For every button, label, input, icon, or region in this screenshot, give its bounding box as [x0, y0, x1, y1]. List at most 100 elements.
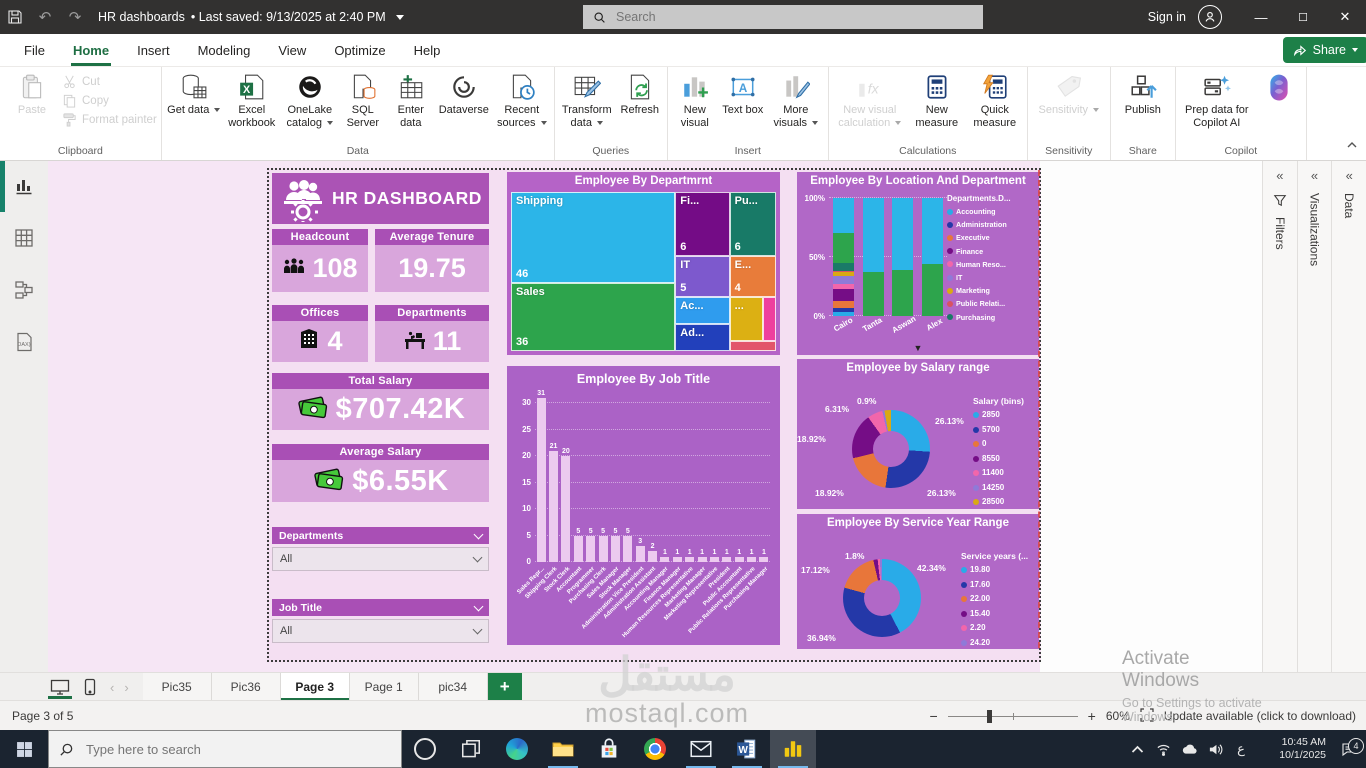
tray-chevron-icon[interactable] — [1124, 742, 1150, 757]
stacked-bar-cairo[interactable] — [833, 198, 855, 316]
format-painter-button[interactable]: Format painter — [62, 112, 157, 127]
close-button[interactable]: ✕ — [1324, 0, 1366, 34]
notification-center-button[interactable]: 4 — [1330, 738, 1366, 757]
stacked-bar-tanta[interactable] — [862, 198, 884, 316]
page-tab-pic34[interactable]: pic34 — [418, 673, 488, 701]
treemap-block[interactable] — [762, 296, 776, 342]
segment-sales[interactable] — [892, 269, 914, 316]
search-input[interactable] — [614, 9, 958, 25]
update-available-link[interactable]: Update available (click to download) — [1164, 709, 1356, 723]
bar[interactable] — [685, 556, 695, 562]
chevron-down-icon[interactable] — [473, 529, 484, 539]
fit-to-page-icon[interactable] — [1140, 707, 1154, 725]
page-tab-pic36[interactable]: Pic36 — [211, 673, 281, 701]
legend-item-8550[interactable]: 8550 — [973, 452, 1024, 467]
menu-item-insert[interactable]: Insert — [123, 34, 184, 66]
treemap-block-ad[interactable]: Ad... — [675, 323, 730, 351]
bar[interactable] — [759, 556, 769, 562]
bar[interactable] — [709, 556, 719, 562]
treemap-block-it[interactable]: IT 5 — [675, 255, 730, 297]
bar[interactable] — [734, 556, 744, 562]
cortana-button[interactable] — [402, 730, 448, 768]
legend-item-11400[interactable]: 11400 — [973, 466, 1024, 481]
legend-item-24-20[interactable]: 24.20 — [961, 636, 1028, 651]
bar[interactable] — [747, 556, 757, 562]
microsoft-store-button[interactable] — [586, 730, 632, 768]
page-tab-page-3[interactable]: Page 3 — [280, 673, 350, 701]
legend-item-accounting[interactable]: Accounting — [947, 205, 1037, 218]
paste-button[interactable]: Paste — [4, 68, 60, 117]
word-button[interactable]: W — [724, 730, 770, 768]
bar-chart-employee-by-job-title[interactable]: Employee By Job Title 0 5 10 15 20 25 30 31 21 20… — [507, 366, 780, 645]
departments-slicer[interactable]: Departments All — [272, 527, 489, 571]
new-visual-button[interactable]: New visual — [672, 68, 718, 129]
offices-card[interactable]: Offices 4 — [272, 305, 368, 362]
menu-item-optimize[interactable]: Optimize — [320, 34, 399, 66]
filters-pane[interactable]: « Filters — [1262, 160, 1297, 672]
legend-scroll-icon[interactable]: ▼ — [797, 343, 1039, 353]
stacked-bar-aswan[interactable] — [892, 198, 914, 316]
refresh-button[interactable]: Refresh — [617, 68, 663, 117]
treemap-block-[interactable]: ... — [729, 296, 763, 342]
share-button[interactable]: Share — [1282, 37, 1366, 63]
expand-pane-icon[interactable]: « — [1276, 160, 1283, 183]
donut-employee-by-salary-range[interactable]: Employee by Salary range 26.13% 26.13% 18.… — [797, 359, 1039, 509]
taskbar-search-input[interactable] — [84, 740, 348, 758]
average-salary-card[interactable]: Average Salary $6.55K — [272, 444, 489, 502]
departments-card[interactable]: Departments 11 — [375, 305, 489, 362]
legend-item-15-40[interactable]: 15.40 — [961, 607, 1028, 622]
segment-shipping[interactable] — [862, 198, 884, 273]
enter-data-button[interactable]: Enter data — [388, 68, 434, 129]
add-page-button[interactable]: + — [487, 673, 522, 701]
report-page[interactable]: HR DASHBOARD Headcount 108 Average Tenur… — [48, 160, 1041, 672]
menu-item-view[interactable]: View — [264, 34, 320, 66]
dashboard-logo-card[interactable]: HR DASHBOARD — [272, 173, 489, 224]
excel-button[interactable]: X Excel workbook — [224, 68, 280, 129]
treemap-block-pu[interactable]: Pu... 6 — [729, 192, 776, 256]
zoom-in-button[interactable]: + — [1088, 708, 1096, 724]
menu-item-modeling[interactable]: Modeling — [184, 34, 265, 66]
segment-sales[interactable] — [921, 264, 943, 316]
bar[interactable] — [561, 456, 571, 562]
donut-ring[interactable] — [843, 559, 921, 637]
segment-purchasing[interactable] — [833, 262, 855, 272]
language-indicator[interactable]: ع — [1228, 741, 1254, 757]
dataverse-button[interactable]: Dataverse — [436, 68, 492, 117]
bar[interactable] — [672, 556, 682, 562]
segment-shipping[interactable] — [921, 198, 943, 265]
legend-item-marketing[interactable]: Marketing — [947, 284, 1037, 297]
donut-ring[interactable] — [852, 410, 930, 488]
donut-employee-by-service-year[interactable]: Employee By Service Year Range 42.34% 36.… — [797, 514, 1039, 649]
redo-icon[interactable]: ↷ — [60, 0, 90, 34]
database-button[interactable]: Get data — [166, 68, 222, 117]
expand-pane-icon[interactable]: « — [1311, 160, 1318, 183]
model-view-button[interactable] — [0, 264, 48, 316]
prev-page-icon[interactable]: ‹ — [110, 680, 114, 695]
zoom-level[interactable]: 60% — [1106, 709, 1130, 723]
copy-button[interactable]: Copy — [62, 93, 157, 108]
stacked-chart-employee-by-location[interactable]: Employee By Location And Department 0% 50… — [797, 172, 1039, 355]
undo-icon[interactable]: ↶ — [30, 0, 60, 34]
legend-item-14250[interactable]: 14250 — [973, 481, 1024, 496]
legend-item-0[interactable]: 0 — [973, 437, 1024, 452]
treemap-block-ac[interactable]: Ac... — [675, 296, 730, 324]
departments-slicer-dropdown[interactable]: All — [272, 547, 489, 571]
stacked-bar-alex[interactable] — [921, 198, 943, 316]
sql-server-button[interactable]: SQL Server — [340, 68, 386, 129]
zoom-out-button[interactable]: − — [929, 708, 937, 724]
sensitivity-button[interactable]: Sensitivity — [1032, 68, 1106, 117]
menu-item-file[interactable]: File — [10, 34, 59, 66]
cut-button[interactable]: Cut — [62, 74, 157, 89]
headcount-card[interactable]: Headcount 108 — [272, 229, 368, 292]
legend-item-finance[interactable]: Finance — [947, 245, 1037, 258]
segment-executive[interactable] — [833, 300, 855, 308]
task-view-button[interactable] — [448, 730, 494, 768]
edge-button[interactable] — [494, 730, 540, 768]
menu-item-help[interactable]: Help — [400, 34, 455, 66]
next-page-icon[interactable]: › — [124, 680, 128, 695]
wifi-icon[interactable] — [1150, 742, 1176, 757]
onelake-button[interactable]: OneLake catalog — [282, 68, 338, 129]
job-title-slicer[interactable]: Job Title All — [272, 599, 489, 643]
collapse-ribbon-icon[interactable] — [1346, 138, 1358, 156]
bar[interactable] — [586, 535, 596, 562]
